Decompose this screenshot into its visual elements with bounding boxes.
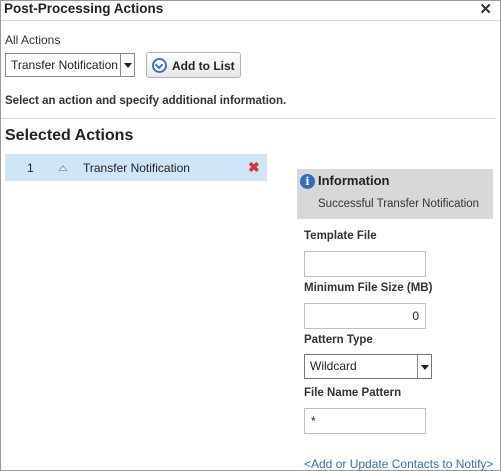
triangle-up-icon[interactable] xyxy=(58,165,68,171)
action-name: Transfer Notification xyxy=(83,161,190,175)
pattern-type-select[interactable]: Wildcard xyxy=(304,354,432,379)
action-number: 1 xyxy=(27,161,34,175)
add-to-list-label: Add to List xyxy=(172,59,235,73)
add-to-list-button[interactable]: Add to List xyxy=(146,52,241,78)
section-divider xyxy=(1,118,496,119)
selected-action-row[interactable]: 1 Transfer Notification ✖ xyxy=(5,154,267,181)
instructions-text: Select an action and specify additional … xyxy=(5,95,287,107)
post-processing-dialog: Post-Processing Actions ✕ All Actions Tr… xyxy=(0,0,501,471)
all-actions-label: All Actions xyxy=(5,33,61,47)
information-panel: i Information Successful Transfer Notifi… xyxy=(297,169,493,219)
info-icon: i xyxy=(300,174,315,189)
chevron-down-icon xyxy=(120,54,134,76)
min-file-size-input[interactable] xyxy=(304,303,426,329)
title-bar: Post-Processing Actions ✕ xyxy=(1,1,500,19)
all-actions-selected-value: Transfer Notification xyxy=(11,58,118,72)
file-name-pattern-label: File Name Pattern xyxy=(304,387,402,399)
file-name-pattern-input[interactable] xyxy=(304,408,426,434)
red-x-icon[interactable]: ✖ xyxy=(248,159,260,176)
template-file-label: Template File xyxy=(304,230,377,242)
selected-actions-heading: Selected Actions xyxy=(5,127,134,144)
all-actions-select[interactable]: Transfer Notification xyxy=(5,53,135,77)
min-file-size-label: Minimum File Size (MB) xyxy=(304,282,433,294)
add-update-contacts-link[interactable]: <Add or Update Contacts to Notify> xyxy=(304,457,493,471)
information-title: Information xyxy=(318,173,390,188)
circle-chevron-down-icon xyxy=(152,58,167,73)
chevron-down-icon xyxy=(417,355,431,378)
title-divider xyxy=(1,20,500,21)
pattern-type-selected-value: Wildcard xyxy=(310,359,357,373)
pattern-type-label: Pattern Type xyxy=(304,334,373,346)
template-file-input[interactable] xyxy=(304,251,426,277)
dialog-title: Post-Processing Actions xyxy=(4,1,164,16)
close-icon[interactable]: ✕ xyxy=(479,0,492,18)
information-message: Successful Transfer Notification xyxy=(318,198,480,210)
